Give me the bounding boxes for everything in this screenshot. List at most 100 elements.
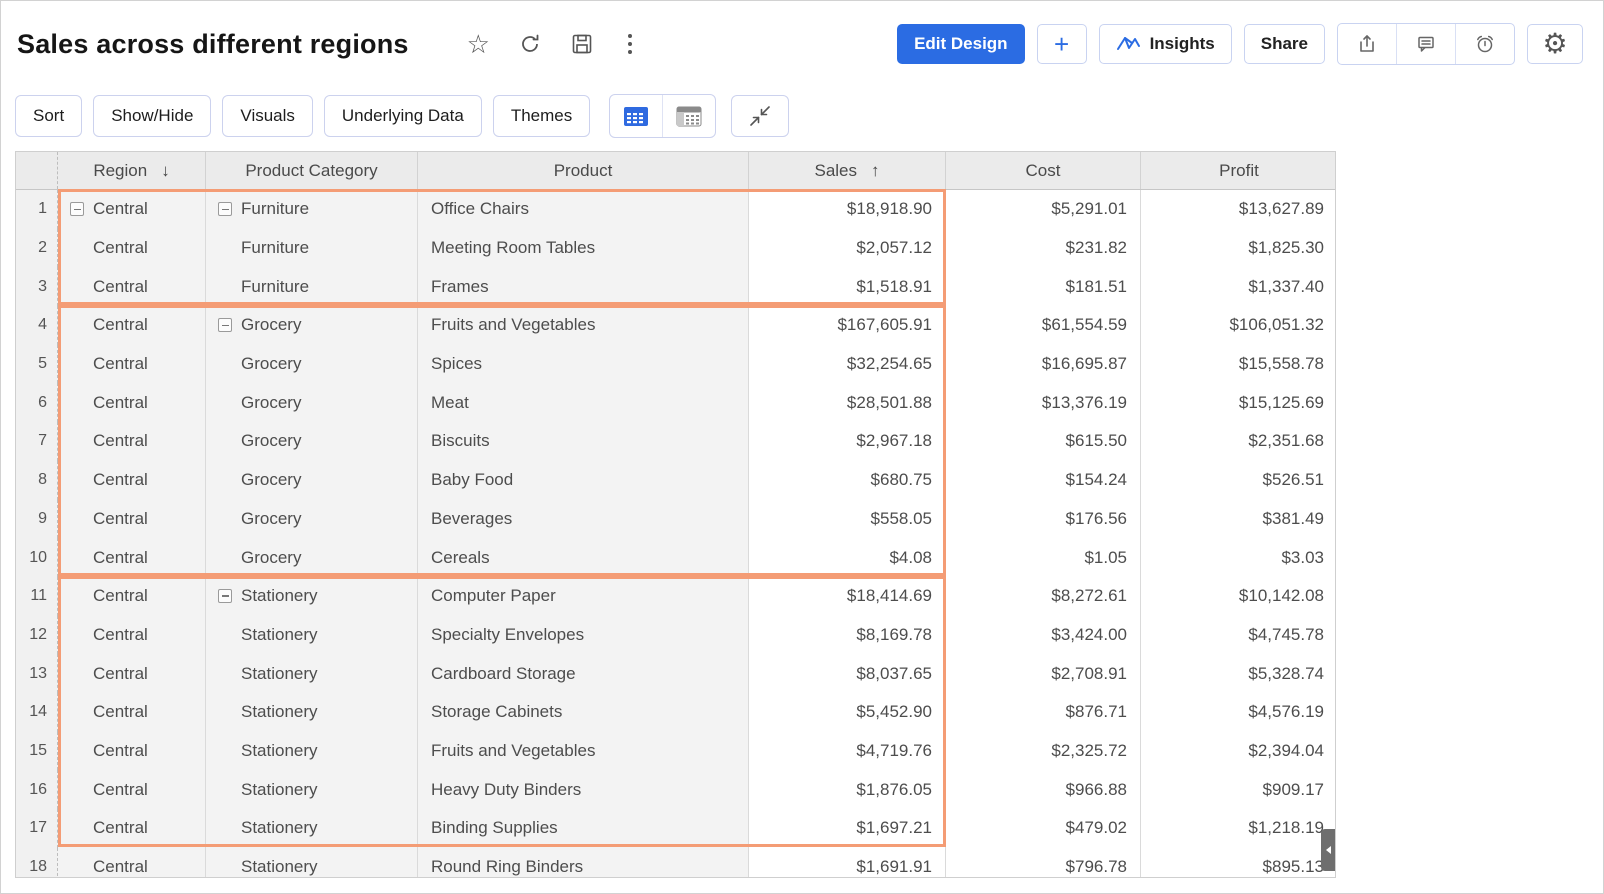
report-header: Sales across different regions ☆ Edit De…	[1, 1, 1603, 87]
collapse-minus-icon[interactable]	[218, 202, 232, 216]
side-panel-toggle[interactable]	[1321, 829, 1335, 871]
table-header-row: Region ↓ Product Category Product Sales …	[16, 152, 1335, 190]
row-number: 8	[16, 461, 58, 500]
product-cell: Cardboard Storage	[418, 654, 749, 693]
region-cell: Central	[58, 616, 206, 655]
row-number: 1	[16, 190, 58, 229]
row-number: 15	[16, 732, 58, 771]
region-cell: Central	[58, 306, 206, 345]
show-hide-button[interactable]: Show/Hide	[93, 95, 211, 137]
sales-cell: $4.08	[749, 538, 946, 577]
collapse-minus-icon[interactable]	[218, 589, 232, 603]
alert-clock-icon[interactable]	[1455, 24, 1514, 64]
save-icon[interactable]	[570, 32, 594, 56]
region-cell: Central	[58, 229, 206, 268]
row-number: 12	[16, 616, 58, 655]
product-cell: Office Chairs	[418, 190, 749, 229]
region-cell: Central	[58, 654, 206, 693]
region-cell: Central	[58, 190, 206, 229]
cost-cell: $231.82	[946, 229, 1141, 268]
sales-cell: $2,967.18	[749, 422, 946, 461]
themes-button[interactable]: Themes	[493, 95, 590, 137]
collapse-all-button[interactable]	[731, 95, 789, 137]
utility-icon-group	[1337, 23, 1515, 65]
product-category-cell: Furniture	[206, 190, 418, 229]
profit-cell: $1,337.40	[1141, 267, 1336, 306]
column-header-region[interactable]: Region ↓	[58, 152, 206, 189]
row-number: 10	[16, 538, 58, 577]
collapse-minus-icon[interactable]	[70, 202, 84, 216]
column-header-profit[interactable]: Profit	[1141, 152, 1336, 189]
product-cell: Spices	[418, 345, 749, 384]
add-button[interactable]: +	[1037, 24, 1087, 64]
row-number: 17	[16, 809, 58, 848]
edit-design-button[interactable]: Edit Design	[897, 24, 1025, 64]
column-header-product[interactable]: Product	[418, 152, 749, 189]
table-row: 1 Central Furniture Office Chairs $18,91…	[16, 190, 1335, 229]
cost-cell: $181.51	[946, 267, 1141, 306]
sort-button[interactable]: Sort	[15, 95, 82, 137]
page-title: Sales across different regions	[17, 29, 409, 60]
row-number: 14	[16, 693, 58, 732]
product-cell: Meat	[418, 383, 749, 422]
table-toolbar: Sort Show/Hide Visuals Underlying Data T…	[1, 87, 1603, 145]
row-number: 4	[16, 306, 58, 345]
pivot-table-view-icon[interactable]	[662, 95, 715, 137]
export-icon[interactable]	[1338, 24, 1396, 64]
region-cell: Central	[58, 809, 206, 848]
sales-cell: $32,254.65	[749, 345, 946, 384]
region-cell: Central	[58, 848, 206, 878]
sort-desc-icon[interactable]: ↓	[161, 161, 170, 181]
row-number: 2	[16, 229, 58, 268]
flat-table-view-icon[interactable]	[610, 95, 662, 137]
row-number: 5	[16, 345, 58, 384]
profit-cell: $381.49	[1141, 500, 1336, 539]
product-category-cell: Furniture	[206, 267, 418, 306]
region-cell: Central	[58, 500, 206, 539]
collapse-arrows-icon	[748, 104, 772, 128]
cost-cell: $61,554.59	[946, 306, 1141, 345]
comment-icon[interactable]	[1396, 24, 1455, 64]
sales-cell: $1,691.91	[749, 848, 946, 878]
profit-cell: $10,142.08	[1141, 577, 1336, 616]
analytics-report-window: Sales across different regions ☆ Edit De…	[0, 0, 1604, 894]
sales-cell: $1,518.91	[749, 267, 946, 306]
profit-cell: $909.17	[1141, 770, 1336, 809]
cost-cell: $2,708.91	[946, 654, 1141, 693]
product-category-cell: Grocery	[206, 500, 418, 539]
profit-cell: $895.13	[1141, 848, 1336, 878]
column-header-sales[interactable]: Sales ↑	[749, 152, 946, 189]
product-category-cell: Stationery	[206, 654, 418, 693]
visuals-button[interactable]: Visuals	[222, 95, 313, 137]
share-button[interactable]: Share	[1244, 24, 1325, 64]
collapse-minus-icon[interactable]	[218, 318, 232, 332]
zia-insights-icon	[1116, 34, 1142, 54]
favorite-star-icon[interactable]: ☆	[467, 31, 490, 57]
product-cell: Cereals	[418, 538, 749, 577]
cost-cell: $154.24	[946, 461, 1141, 500]
sales-cell: $18,918.90	[749, 190, 946, 229]
product-category-cell: Stationery	[206, 732, 418, 771]
sales-cell: $558.05	[749, 500, 946, 539]
title-icon-group: ☆	[467, 31, 638, 57]
sort-asc-icon[interactable]: ↑	[871, 161, 880, 181]
region-cell: Central	[58, 770, 206, 809]
more-options-icon[interactable]	[622, 32, 638, 56]
column-header-cost[interactable]: Cost	[946, 152, 1141, 189]
insights-button[interactable]: Insights	[1099, 24, 1232, 64]
underlying-data-button[interactable]: Underlying Data	[324, 95, 482, 137]
profit-cell: $5,328.74	[1141, 654, 1336, 693]
sales-cell: $8,037.65	[749, 654, 946, 693]
region-cell: Central	[58, 538, 206, 577]
refresh-icon[interactable]	[518, 32, 542, 56]
product-category-cell: Stationery	[206, 848, 418, 878]
column-header-product-category[interactable]: Product Category	[206, 152, 418, 189]
settings-button[interactable]: ⚙	[1527, 24, 1583, 64]
table-row: 18 Central Stationery Round Ring Binders…	[16, 848, 1335, 878]
cost-cell: $3,424.00	[946, 616, 1141, 655]
product-category-cell: Grocery	[206, 422, 418, 461]
product-category-cell: Furniture	[206, 229, 418, 268]
table-row: 12 Central Stationery Specialty Envelope…	[16, 616, 1335, 655]
region-cell: Central	[58, 693, 206, 732]
product-cell: Baby Food	[418, 461, 749, 500]
